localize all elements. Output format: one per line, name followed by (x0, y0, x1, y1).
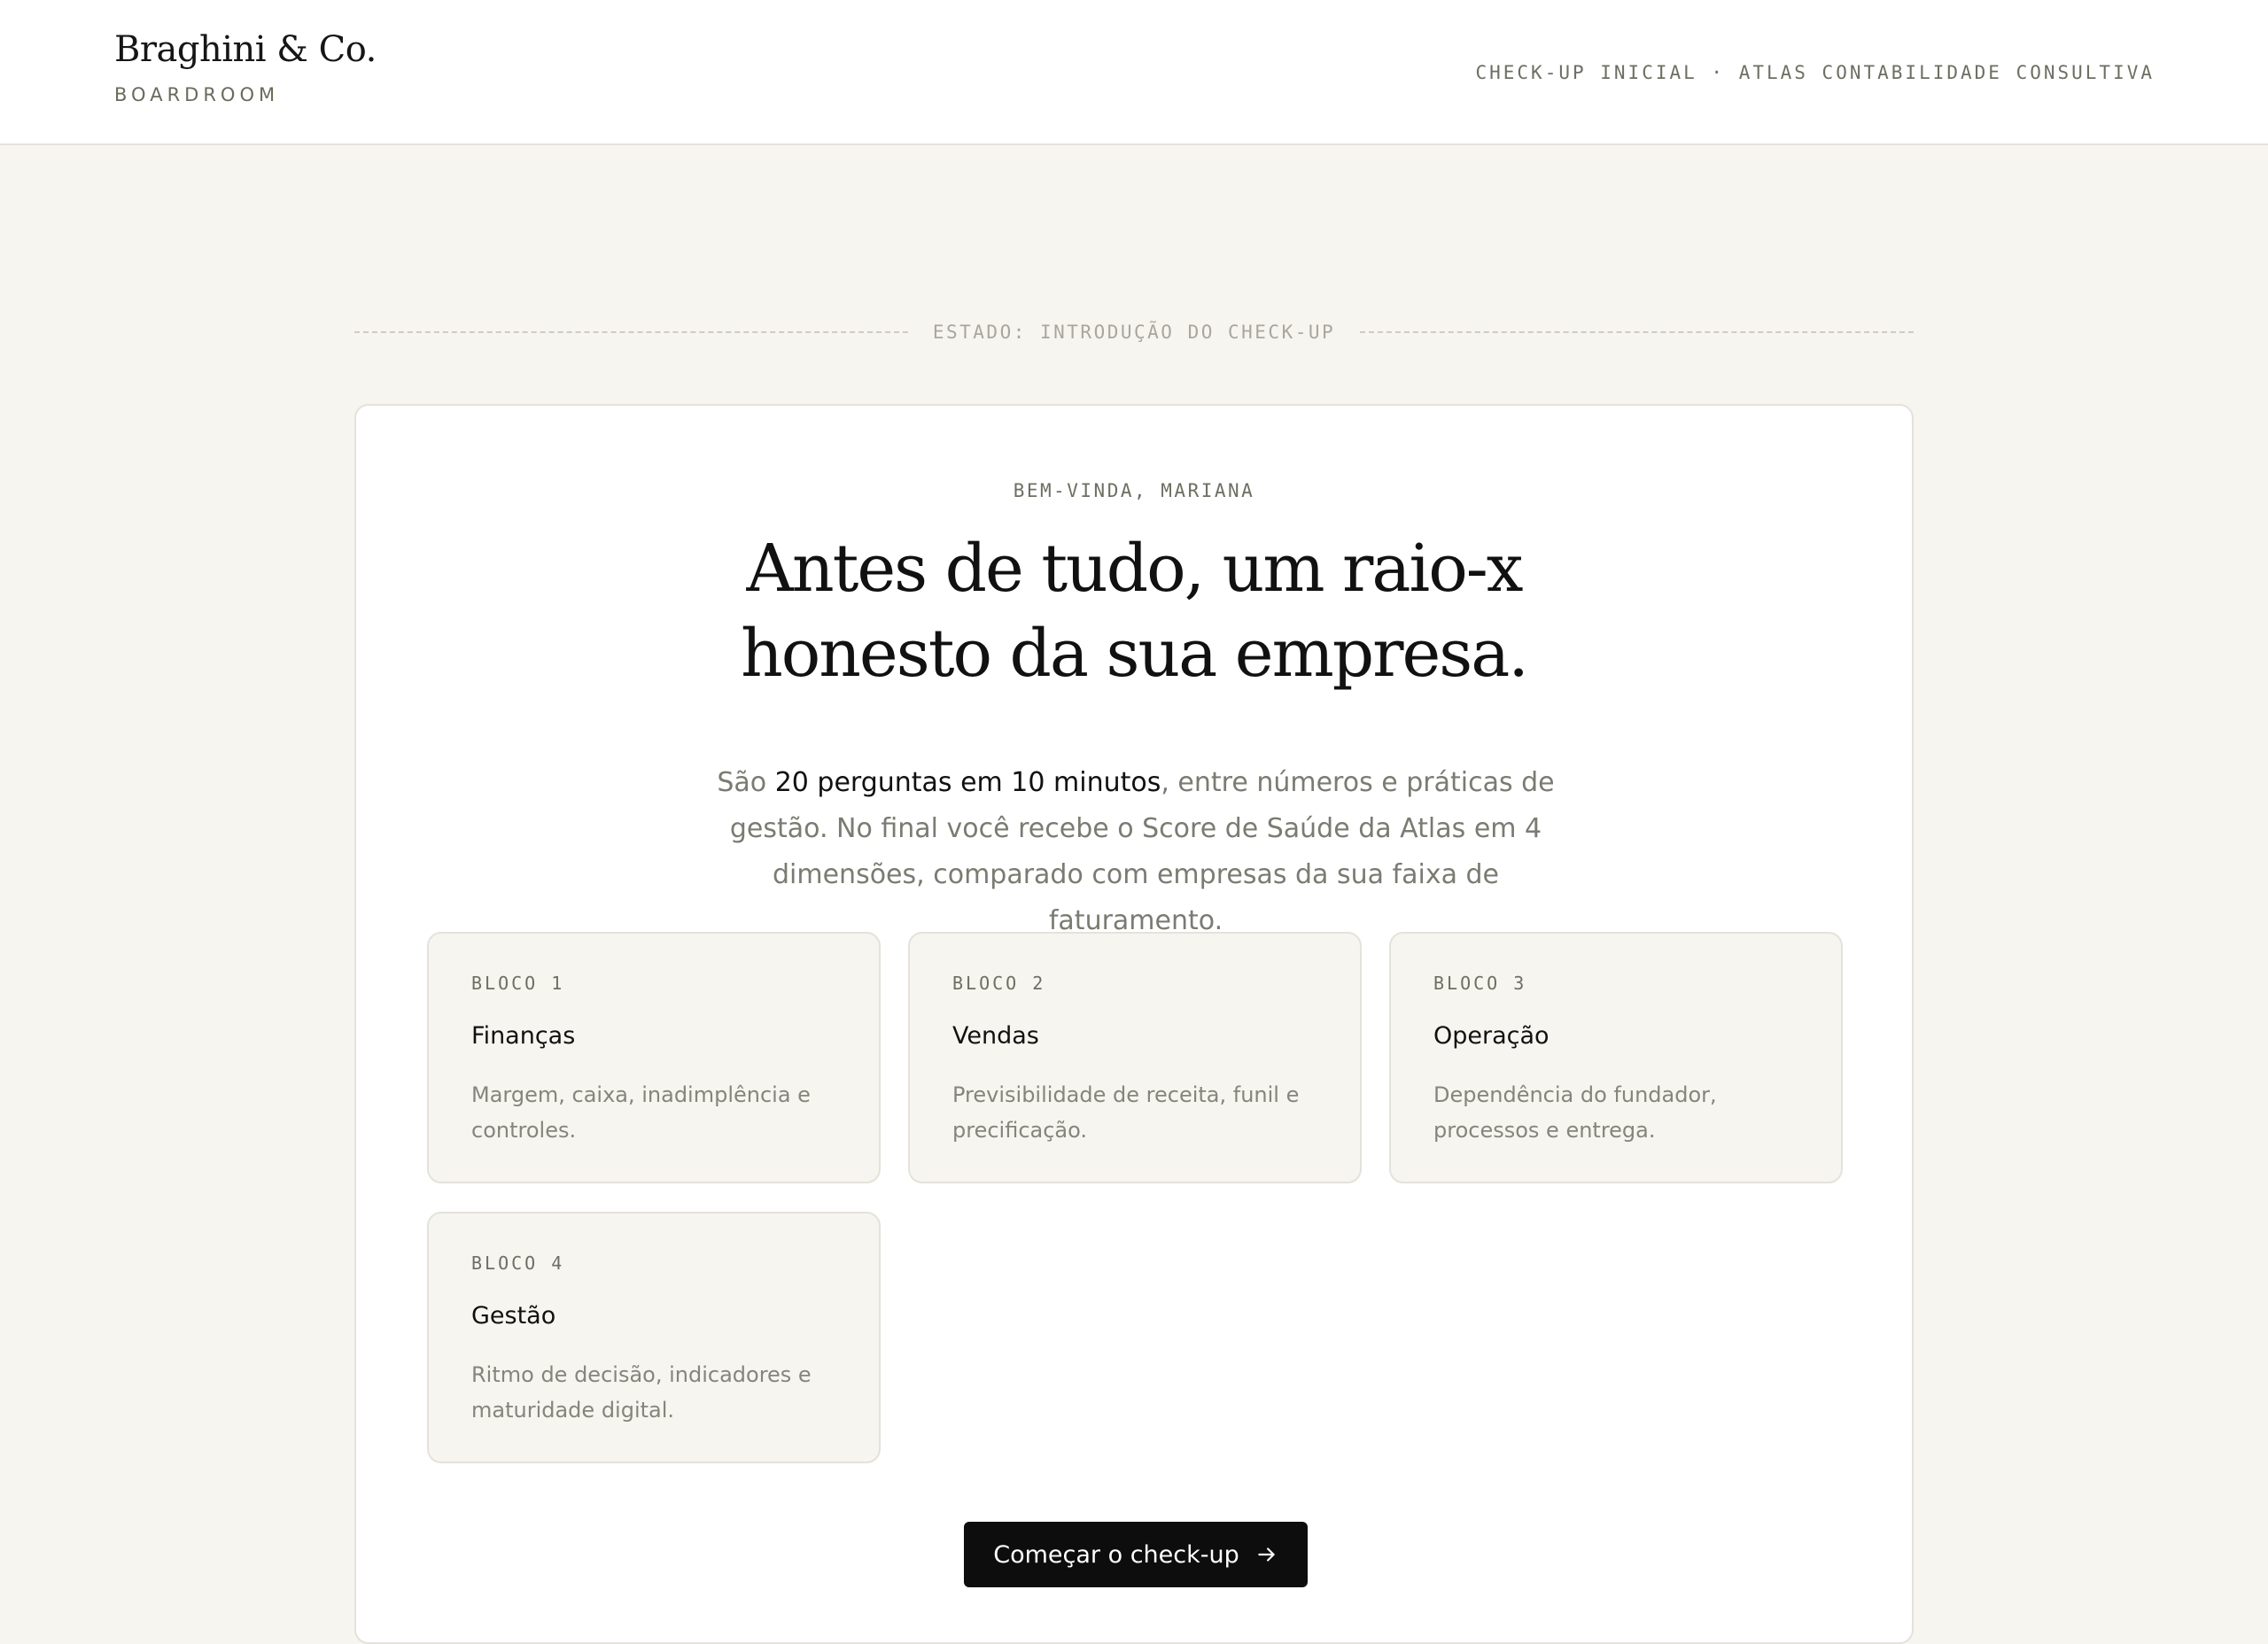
status-divider: ESTADO: INTRODUÇÃO DO CHECK-UP (354, 319, 1915, 345)
brand-name[interactable]: Braghini & Co. (114, 29, 377, 70)
title-line-1: Antes de tudo, um raio-x (746, 531, 1524, 607)
title-line-2: honesto da sua empresa. (741, 616, 1529, 692)
block-card-financas: BLOCO 1 Finanças Margem, caixa, inadimpl… (427, 932, 881, 1183)
page-title: Antes de tudo, um raio-x honesto da sua … (356, 526, 1912, 696)
arrow-right-icon (1258, 1547, 1275, 1562)
start-checkup-button[interactable]: Começar o check-up (964, 1522, 1308, 1587)
header-context: CHECK-UP INICIAL · ATLAS CONTABILIDADE C… (1475, 62, 2155, 83)
block-label: BLOCO 1 (471, 973, 565, 994)
divider-line-left (354, 331, 908, 333)
status-label: ESTADO: INTRODUÇÃO DO CHECK-UP (932, 322, 1336, 343)
block-title: Finanças (471, 1022, 576, 1050)
block-description: Previsibilidade de receita, funil e prec… (952, 1082, 1300, 1143)
block-label: BLOCO 3 (1433, 973, 1527, 994)
block-title: Gestão (471, 1302, 556, 1330)
description-emphasis: 20 perguntas em 10 minutos (774, 767, 1161, 798)
block-description: Dependência do fundador, processos e ent… (1433, 1082, 1717, 1143)
block-title: Vendas (952, 1022, 1039, 1050)
divider-line-right (1360, 331, 1915, 333)
block-description: Ritmo de decisão, indicadores e maturida… (471, 1362, 812, 1423)
block-label: BLOCO 2 (952, 973, 1046, 994)
description-prefix: São (717, 767, 775, 798)
greeting: BEM-VINDA, MARIANA (1013, 480, 1255, 501)
start-checkup-label: Começar o check-up (993, 1540, 1239, 1569)
top-bar: Braghini & Co. BOARDROOM CHECK-UP INICIA… (0, 0, 2268, 145)
block-card-gestao: BLOCO 4 Gestão Ritmo de decisão, indicad… (427, 1212, 881, 1463)
intro-description: São 20 perguntas em 10 minutos, entre nú… (693, 760, 1579, 944)
brand-subtitle: BOARDROOM (114, 84, 280, 105)
intro-card: BEM-VINDA, MARIANA Antes de tudo, um rai… (354, 404, 1914, 1644)
block-card-vendas: BLOCO 2 Vendas Previsibilidade de receit… (908, 932, 1362, 1183)
block-description: Margem, caixa, inadimplência e controles… (471, 1082, 811, 1143)
block-card-operacao: BLOCO 3 Operação Dependência do fundador… (1389, 932, 1843, 1183)
block-label: BLOCO 4 (471, 1252, 565, 1274)
block-title: Operação (1433, 1022, 1550, 1050)
